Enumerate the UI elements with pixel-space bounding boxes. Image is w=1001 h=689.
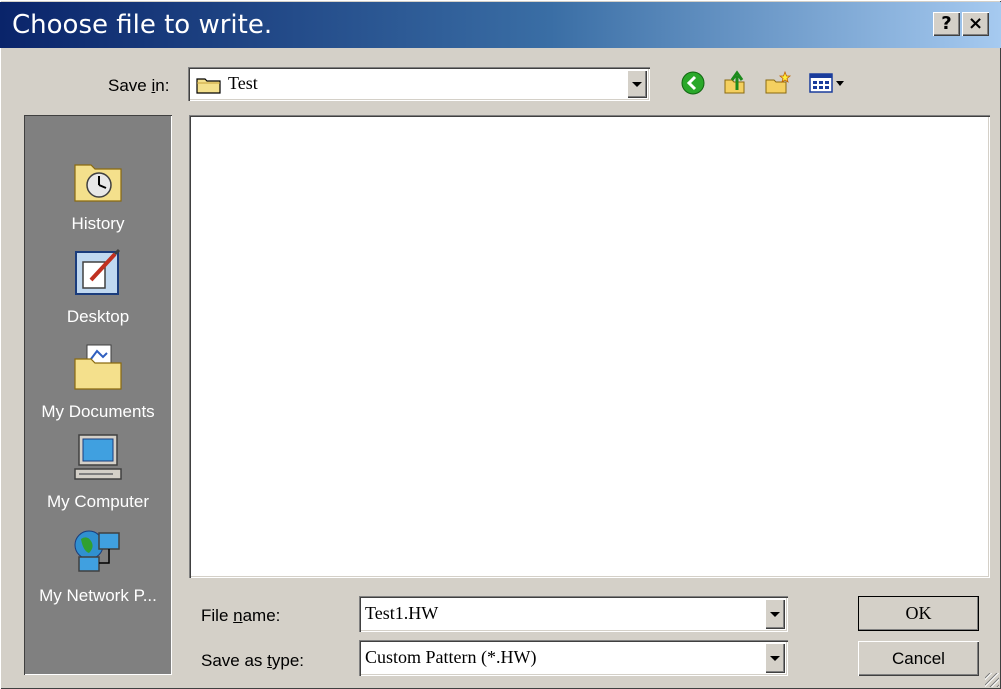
places-item-my-computer[interactable]: My Computer [24, 433, 172, 512]
save-dialog: Choose file to write. ? × Save in: Test [0, 0, 1001, 689]
places-label: Desktop [66, 307, 130, 326]
save-in-value: Test [228, 73, 258, 93]
save-as-type-label: Save as type: [201, 651, 305, 670]
save-in-dropdown-arrow[interactable] [627, 70, 647, 98]
places-bar: History Desktop My Documents My Computer… [24, 115, 172, 675]
my-documents-icon [24, 343, 172, 398]
file-name-dropdown-arrow[interactable] [765, 599, 785, 629]
places-item-history[interactable]: History [24, 155, 172, 234]
my-computer-icon [24, 433, 172, 488]
save-as-type-combo[interactable]: Custom Pattern (*.HW) [359, 640, 788, 676]
places-label: History [71, 214, 125, 233]
view-menu-icon[interactable] [808, 70, 848, 96]
file-name-combo[interactable]: Test1.HW [359, 596, 788, 632]
dialog-title: Choose file to write. [12, 10, 273, 40]
places-label: My Network P... [39, 586, 157, 605]
save-as-type-value: Custom Pattern (*.HW) [365, 647, 537, 667]
close-button[interactable]: × [962, 12, 989, 36]
places-label: My Documents [41, 402, 155, 421]
desktop-icon [24, 248, 172, 303]
new-folder-icon[interactable] [764, 70, 792, 96]
places-item-desktop[interactable]: Desktop [24, 248, 172, 327]
file-list[interactable] [189, 115, 990, 578]
back-icon[interactable] [680, 70, 706, 96]
places-label: My Computer [46, 492, 150, 511]
up-one-level-icon[interactable] [722, 70, 748, 96]
save-as-type-dropdown-arrow[interactable] [765, 643, 785, 673]
cancel-button[interactable]: Cancel [858, 641, 979, 676]
places-item-my-network-places[interactable]: My Network P... [24, 527, 172, 606]
history-icon [24, 155, 172, 210]
file-name-input[interactable]: Test1.HW [365, 603, 438, 624]
title-bar[interactable]: Choose file to write. ? × [0, 2, 1001, 48]
save-in-label: Save in: [108, 76, 170, 95]
ok-button[interactable]: OK [858, 596, 979, 631]
save-in-combo[interactable]: Test [188, 67, 650, 101]
file-name-label: File name: [201, 606, 281, 625]
places-item-my-documents[interactable]: My Documents [24, 343, 172, 422]
help-button[interactable]: ? [933, 12, 960, 36]
my-network-places-icon [24, 527, 172, 582]
resize-grip[interactable] [985, 673, 999, 687]
folder-icon [196, 75, 222, 100]
